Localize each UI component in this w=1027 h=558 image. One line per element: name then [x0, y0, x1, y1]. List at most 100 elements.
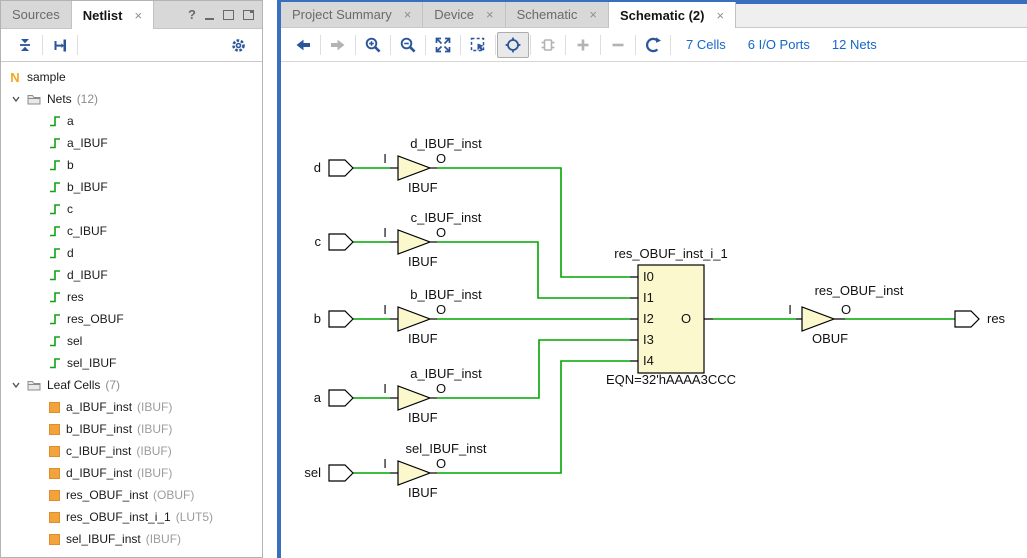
minus-icon: [609, 36, 627, 54]
tree-group-nets[interactable]: Nets (12): [1, 88, 262, 110]
net-icon: [49, 137, 61, 149]
tree-item-net[interactable]: d: [1, 242, 262, 264]
expand-hierarchy-button[interactable]: [44, 32, 76, 58]
tree-item-net[interactable]: a_IBUF: [1, 132, 262, 154]
input-port-shape[interactable]: [329, 390, 353, 406]
buffer-triangle[interactable]: [398, 461, 430, 485]
net-label: sel_IBUF: [67, 356, 116, 370]
add-button[interactable]: [567, 32, 599, 58]
cell-label: c_IBUF_inst: [66, 444, 131, 458]
tree-group-leaf-cells[interactable]: Leaf Cells (7): [1, 374, 262, 396]
forward-button[interactable]: [322, 32, 354, 58]
tree-group-count: (12): [77, 92, 98, 106]
maximize-icon[interactable]: [223, 10, 234, 20]
zoom-out-button[interactable]: [392, 32, 424, 58]
tab-schematic[interactable]: Schematic ×: [506, 2, 609, 27]
back-button[interactable]: [287, 32, 319, 58]
tab-label: Device: [434, 7, 474, 22]
pin-label-i3: I3: [643, 332, 654, 347]
toolbar-separator: [670, 35, 671, 55]
schematic-panel: Project Summary × Device × Schematic × S…: [281, 0, 1027, 558]
net-label: a: [67, 114, 74, 128]
tab-schematic-2[interactable]: Schematic (2) ×: [609, 2, 736, 28]
tree-item-net[interactable]: res: [1, 286, 262, 308]
remove-button[interactable]: [602, 32, 634, 58]
minimize-icon[interactable]: [205, 10, 214, 20]
expand-cell-button[interactable]: [532, 32, 564, 58]
tree-item-net[interactable]: b_IBUF: [1, 176, 262, 198]
toolbar-separator: [495, 35, 496, 55]
close-icon[interactable]: ×: [716, 8, 724, 23]
settings-button[interactable]: [222, 32, 254, 58]
nets-count-link[interactable]: 12 Nets: [832, 37, 877, 52]
schematic-toolbar: 7 Cells 6 I/O Ports 12 Nets: [281, 28, 1027, 62]
close-icon[interactable]: ×: [589, 7, 597, 22]
chevron-down-icon[interactable]: [11, 380, 21, 390]
zoom-to-selection-button[interactable]: [462, 32, 494, 58]
input-port-shape[interactable]: [329, 160, 353, 176]
collapse-all-icon: [17, 37, 33, 53]
schematic-canvas[interactable]: d I O d_IBUF_inst IBUF c I: [281, 62, 1027, 558]
buffer-triangle[interactable]: [398, 307, 430, 331]
regenerate-button[interactable]: [637, 32, 669, 58]
close-icon[interactable]: ×: [486, 7, 494, 22]
cell-label: d_IBUF_inst: [66, 466, 132, 480]
net-label: c: [67, 202, 73, 216]
tree-item-net[interactable]: c_IBUF: [1, 220, 262, 242]
tree-item-cell[interactable]: sel_IBUF_inst(IBUF): [1, 528, 262, 550]
tab-device[interactable]: Device ×: [423, 2, 505, 27]
output-port-shape[interactable]: [955, 311, 979, 327]
buffer-triangle[interactable]: [802, 307, 834, 331]
tree-item-cell[interactable]: b_IBUF_inst(IBUF): [1, 418, 262, 440]
tree-item-cell[interactable]: a_IBUF_inst(IBUF): [1, 396, 262, 418]
input-port-shape[interactable]: [329, 234, 353, 250]
tab-project-summary[interactable]: Project Summary ×: [281, 2, 423, 27]
tree-item-net[interactable]: sel_IBUF: [1, 352, 262, 374]
net-icon: [49, 335, 61, 347]
pin-label-i2: I2: [643, 311, 654, 326]
tree-item-net[interactable]: d_IBUF: [1, 264, 262, 286]
net-icon: [49, 269, 61, 281]
tree-item-net[interactable]: a: [1, 110, 262, 132]
cell-icon: [49, 490, 60, 501]
collapse-all-button[interactable]: [9, 32, 41, 58]
close-icon[interactable]: ×: [134, 8, 142, 23]
input-port-shape[interactable]: [329, 311, 353, 327]
tree-root-sample[interactable]: N sample: [1, 66, 262, 88]
tree-item-net[interactable]: c: [1, 198, 262, 220]
tree-item-cell[interactable]: res_OBUF_inst(OBUF): [1, 484, 262, 506]
forward-arrow-icon: [329, 36, 347, 54]
toolbar-separator: [77, 35, 78, 55]
tree-item-cell[interactable]: c_IBUF_inst(IBUF): [1, 440, 262, 462]
zoom-fit-button[interactable]: [427, 32, 459, 58]
chevron-down-icon[interactable]: [11, 94, 21, 104]
io-ports-count-link[interactable]: 6 I/O Ports: [748, 37, 810, 52]
toolbar-separator: [355, 35, 356, 55]
instance-label: c_IBUF_inst: [411, 210, 482, 225]
zoom-in-button[interactable]: [357, 32, 389, 58]
netlist-panel-tabbar: Sources Netlist × ?: [1, 1, 262, 29]
tree-item-net[interactable]: b: [1, 154, 262, 176]
tree-item-net[interactable]: sel: [1, 330, 262, 352]
close-icon[interactable]: ×: [404, 7, 412, 22]
tab-netlist[interactable]: Netlist ×: [72, 1, 154, 29]
cell-label: a_IBUF_inst: [66, 400, 132, 414]
tree-item-cell[interactable]: res_OBUF_inst_i_1(LUT5): [1, 506, 262, 528]
help-icon[interactable]: ?: [188, 7, 196, 22]
instance-label: res_OBUF_inst: [815, 283, 904, 298]
pin-label-i: I: [383, 456, 387, 471]
toolbar-separator: [635, 35, 636, 55]
tree-item-net[interactable]: res_OBUF: [1, 308, 262, 330]
autofit-selection-button[interactable]: [497, 32, 529, 58]
tab-sources-label: Sources: [12, 7, 60, 22]
cells-count-link[interactable]: 7 Cells: [686, 37, 726, 52]
float-window-icon[interactable]: [243, 10, 254, 20]
input-port-shape[interactable]: [329, 465, 353, 481]
tab-sources[interactable]: Sources: [1, 1, 72, 28]
toolbar-separator: [42, 35, 43, 55]
tree-item-cell[interactable]: d_IBUF_inst(IBUF): [1, 462, 262, 484]
buffer-triangle[interactable]: [398, 156, 430, 180]
buffer-triangle[interactable]: [398, 386, 430, 410]
buffer-triangle[interactable]: [398, 230, 430, 254]
net-label: b_IBUF: [67, 180, 108, 194]
